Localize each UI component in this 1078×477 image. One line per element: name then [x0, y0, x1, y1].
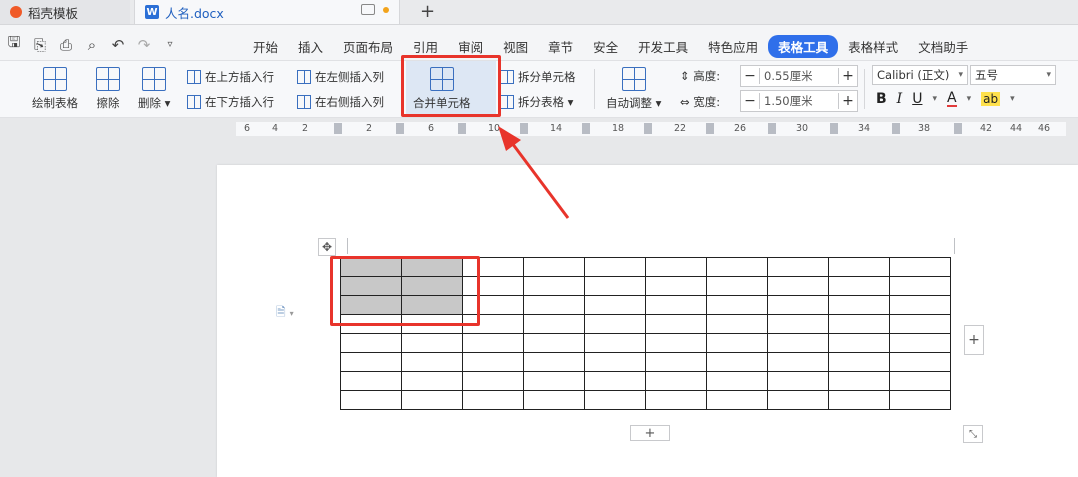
annotation-arrow: [498, 126, 570, 219]
wps-writer-window: 稻壳模板 W 人名.docx + 🖫 ⎘ ⎙ ⌕ ↶ ↷ ▿ 开始 插入 页面布局引…: [0, 0, 1078, 477]
